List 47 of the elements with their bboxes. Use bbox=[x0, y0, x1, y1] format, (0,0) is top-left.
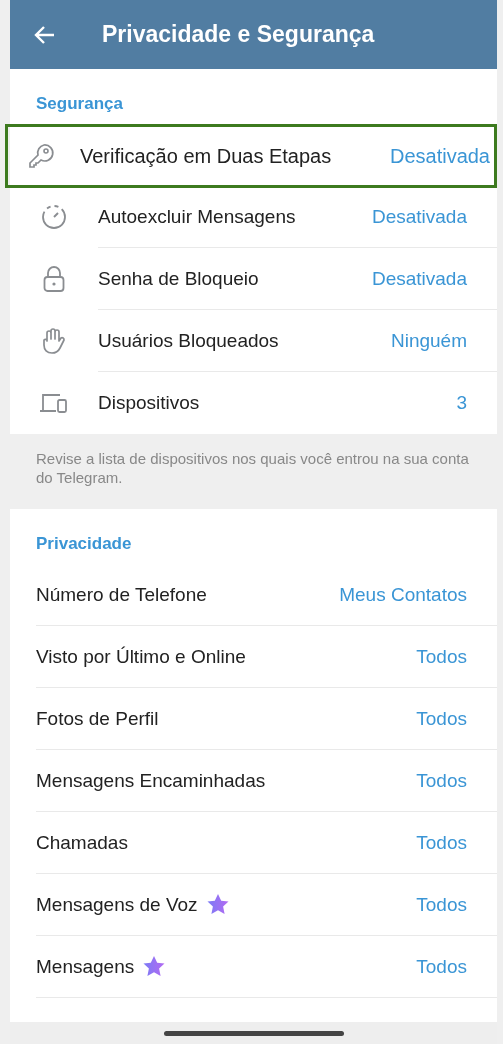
row-label: Senha de Bloqueio bbox=[98, 267, 259, 290]
devices-icon bbox=[39, 392, 69, 414]
row-value: Desativada bbox=[371, 205, 467, 228]
settings-row[interactable]: Visto por Último e Online Todos bbox=[10, 626, 497, 688]
row-label: Dispositivos bbox=[98, 392, 200, 414]
row-label: Número de Telefone bbox=[36, 583, 207, 606]
row-value: Todos bbox=[416, 955, 467, 978]
settings-row[interactable]: Fotos de Perfil Todos bbox=[10, 688, 497, 750]
row-label: Mensagens Encaminhadas bbox=[36, 769, 266, 792]
timer-icon bbox=[41, 204, 67, 230]
key-icon bbox=[27, 142, 55, 170]
hand-icon bbox=[42, 327, 66, 355]
section-title: Segurança bbox=[35, 93, 124, 115]
row-value: Meus Contatos bbox=[339, 583, 467, 606]
home-indicator[interactable] bbox=[163, 1030, 344, 1036]
settings-row[interactable]: Mensagens de Voz Todos bbox=[10, 874, 497, 936]
row-value: Todos bbox=[416, 769, 467, 792]
settings-row[interactable]: Dispositivos 3 bbox=[10, 372, 497, 434]
row-value: Todos bbox=[416, 707, 467, 730]
section-title: Privacidade bbox=[35, 533, 133, 555]
row-value: Desativada bbox=[371, 267, 467, 290]
row-label: Chamadas bbox=[36, 831, 128, 854]
row-label: Mensagens bbox=[36, 955, 135, 978]
settings-row[interactable]: Usuários Bloqueados Ninguém bbox=[10, 310, 497, 372]
settings-row[interactable]: Número de Telefone Meus Contatos bbox=[10, 564, 497, 626]
row-value: Ninguém bbox=[390, 329, 467, 352]
row-label: Visto por Último e Online bbox=[36, 645, 246, 668]
row-label: Usuários Bloqueados bbox=[98, 329, 279, 352]
settings-row[interactable]: Verificação em Duas Etapas Desativada bbox=[5, 124, 497, 188]
row-label: Fotos de Perfil bbox=[36, 707, 159, 730]
settings-row[interactable]: Mensagens Encaminhadas Todos bbox=[10, 750, 497, 812]
settings-row[interactable]: Mensagens Todos bbox=[10, 936, 497, 998]
settings-row[interactable]: Chamadas Todos bbox=[10, 812, 497, 874]
row-value: 3 bbox=[456, 392, 467, 414]
lock-icon bbox=[43, 265, 65, 293]
info-note: Revise a lista de dispositivos nos quais você entrou na sua conta do Telegram. bbox=[10, 434, 497, 509]
row-label: Mensagens de Voz bbox=[36, 893, 198, 916]
row-value: Todos bbox=[416, 893, 467, 916]
row-value: Todos bbox=[416, 645, 467, 668]
screen-title: Privacidade e Segurança bbox=[102, 21, 375, 48]
settings-row[interactable]: Senha de Bloqueio Desativada bbox=[10, 248, 497, 310]
row-value: Todos bbox=[416, 831, 467, 854]
row-label: Autoexcluir Mensagens bbox=[98, 205, 296, 228]
row-value: Desativada bbox=[389, 144, 490, 168]
settings-row[interactable]: Autoexcluir Mensagens Desativada bbox=[10, 186, 497, 248]
back-arrow-icon bbox=[34, 24, 56, 45]
row-label: Verificação em Duas Etapas bbox=[80, 144, 332, 168]
